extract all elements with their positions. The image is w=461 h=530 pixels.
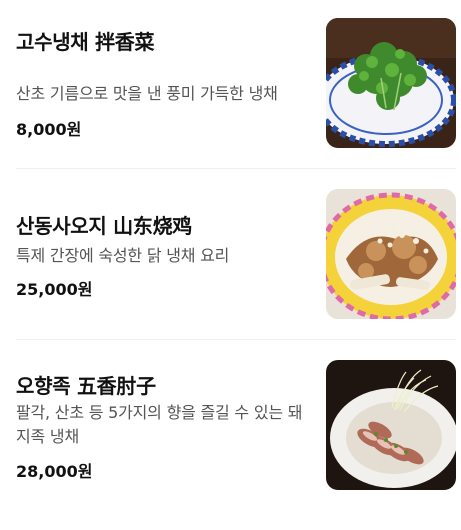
menu-item-price: 25,000원 xyxy=(16,280,93,299)
menu-item-price: 28,000원 xyxy=(16,462,93,481)
divider xyxy=(16,168,456,169)
menu-item-name: 고수냉채 拌香菜 xyxy=(16,30,155,54)
menu-list: 고수냉채 拌香菜 산초 기름으로 맛을 낸 풍미 가득한 냉채 8,000원 산… xyxy=(0,0,461,509)
menu-item-name: 산동사오지 山东烧鸡 xyxy=(16,214,192,238)
menu-item-description: 팔각, 산초 등 5가지의 향을 즐길 수 있는 돼지족 냉채 xyxy=(16,403,303,446)
menu-item-name: 오향족 五香肘子 xyxy=(16,374,156,398)
menu-item-description: 산초 기름으로 맛을 낸 풍미 가득한 냉채 xyxy=(16,84,278,103)
menu-item-description: 특제 간장에 숙성한 닭 냉채 요리 xyxy=(16,246,230,265)
menu-item-cilantro-salad[interactable]: 고수냉채 拌香菜 산초 기름으로 맛을 낸 풍미 가득한 냉채 8,000원 xyxy=(0,18,461,192)
divider xyxy=(16,339,456,340)
pork-hock-photo xyxy=(326,360,456,490)
chicken-dish-photo xyxy=(326,189,456,319)
menu-item-price: 8,000원 xyxy=(16,120,82,139)
menu-item-five-spice-pork[interactable]: 오향족 五香肘子 팔각, 산초 등 5가지의 향을 즐길 수 있는 돼지족 냉채… xyxy=(0,360,461,530)
menu-item-shandong-chicken[interactable]: 산동사오지 山东烧鸡 특제 간장에 숙성한 닭 냉채 요리 25,000원 xyxy=(0,189,461,362)
cilantro-salad-photo xyxy=(326,18,456,148)
